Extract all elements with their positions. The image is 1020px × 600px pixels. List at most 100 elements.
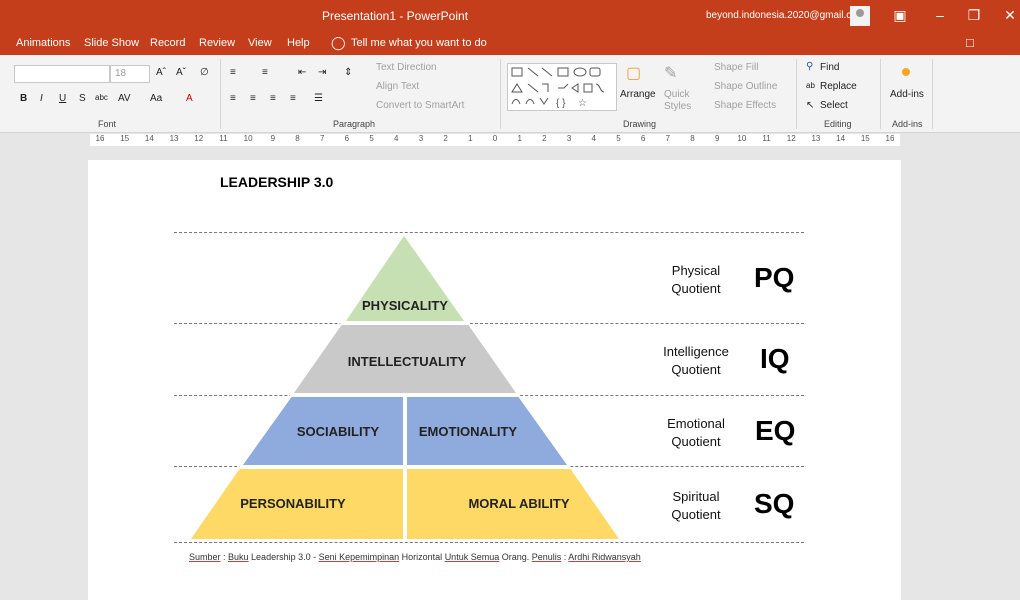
quotient-line2: Quotient xyxy=(671,281,721,296)
label-sociability: SOCIABILITY xyxy=(296,424,380,439)
account-email[interactable]: beyond.indonesia.2020@gmail.com xyxy=(706,10,865,21)
tab-animations[interactable]: Animations xyxy=(16,37,70,49)
italic-icon[interactable]: I xyxy=(40,93,43,104)
separator xyxy=(796,59,797,129)
tab-review[interactable]: Review xyxy=(199,37,235,49)
text-direction-button[interactable]: Text Direction xyxy=(376,62,437,73)
ruler-tick: 12 xyxy=(786,134,796,143)
svg-text:{ }: { } xyxy=(556,98,566,109)
select-button[interactable]: Select xyxy=(820,100,848,111)
underline-icon[interactable]: U xyxy=(59,93,66,104)
increase-indent-icon[interactable]: ⇥ xyxy=(318,67,326,78)
justify-icon[interactable]: ≡ xyxy=(290,93,296,104)
bullets-icon[interactable]: ≡ xyxy=(230,67,236,78)
shrink-font-icon[interactable]: Aˇ xyxy=(176,67,186,78)
bold-icon[interactable]: B xyxy=(20,93,27,104)
source-caption[interactable]: Sumber : Buku Leadership 3.0 - Seni Kepe… xyxy=(189,552,641,562)
align-center-icon[interactable]: ≡ xyxy=(250,93,256,104)
shape-outline-button[interactable]: Shape Outline xyxy=(714,81,777,92)
shape-effects-button[interactable]: Shape Effects xyxy=(714,100,776,111)
comments-icon[interactable]: □ xyxy=(966,35,974,50)
minimize-icon[interactable]: – xyxy=(928,5,952,25)
source-part: Horizontal xyxy=(399,552,445,562)
align-right-icon[interactable]: ≡ xyxy=(270,93,276,104)
quotient-line1: Physical xyxy=(671,263,721,278)
quick-styles-icon: ✎ xyxy=(664,65,678,82)
shape-fill-button[interactable]: Shape Fill xyxy=(714,62,758,73)
numbering-icon[interactable]: ≡ xyxy=(262,67,268,78)
ruler-tick: 15 xyxy=(860,134,870,143)
source-part: Leadership 3.0 - xyxy=(248,552,319,562)
ruler-tick: 6 xyxy=(344,134,350,143)
source-part: Untuk Semua xyxy=(444,552,500,562)
source-part: Orang. xyxy=(499,552,532,562)
align-text-button[interactable]: Align Text xyxy=(376,81,419,92)
convert-smartart-button[interactable]: Convert to SmartArt xyxy=(376,100,464,111)
ruler-tick: 14 xyxy=(836,134,846,143)
ruler-tick: 7 xyxy=(319,134,325,143)
ruler-tick: 4 xyxy=(394,134,399,143)
abbr-sq: SQ xyxy=(754,488,795,519)
title-bar: Presentation1 - PowerPoint beyond.indone… xyxy=(0,0,1020,33)
ribbon: 18 Aˆ Aˇ ∅ B I U S abc AV Aa A Font ≡ ≡ … xyxy=(0,55,1020,133)
quotient-intelligence: Intelligence Quotient xyxy=(651,343,741,379)
close-icon[interactable]: ✕ xyxy=(998,5,1020,25)
ruler-tick: 5 xyxy=(616,134,621,143)
ruler-tick: 12 xyxy=(194,134,204,143)
change-case-icon[interactable]: Aa xyxy=(150,93,162,104)
shapes-gallery[interactable]: { } ☆ xyxy=(507,63,617,111)
paragraph-group-label: Paragraph xyxy=(333,119,376,129)
clear-format-icon[interactable]: ∅ xyxy=(200,67,209,78)
tab-help[interactable]: Help xyxy=(287,37,310,49)
font-name-combo[interactable] xyxy=(14,65,110,83)
pyramid-diagram xyxy=(187,232,623,541)
find-icon: ⚲ xyxy=(806,61,814,72)
slide-canvas[interactable]: LEADERSHIP 3.0 PHYSICALITY INTELLECTUALI… xyxy=(88,160,901,600)
addins-button[interactable]: Add-ins xyxy=(890,89,924,100)
label-emotionality: EMOTIONALITY xyxy=(418,424,518,439)
window-title: Presentation1 - PowerPoint xyxy=(321,9,469,23)
ribbon-tabs: Animations Slide Show Record Review View… xyxy=(0,33,1020,55)
quotient-line2: Quotient xyxy=(671,507,721,522)
separator xyxy=(500,59,501,129)
avatar[interactable] xyxy=(850,6,870,26)
shadow-icon[interactable]: S xyxy=(79,93,86,104)
columns-icon[interactable]: ☰ xyxy=(314,93,323,104)
align-left-icon[interactable]: ≡ xyxy=(230,93,236,104)
quick-styles-button[interactable]: Quick Styles xyxy=(664,89,694,113)
restore-icon[interactable]: ❐ xyxy=(962,5,986,25)
ruler-tick: 13 xyxy=(811,134,821,143)
char-spacing-icon[interactable]: AV xyxy=(118,93,131,104)
tell-me-search[interactable]: Tell me what you want to do xyxy=(351,37,487,49)
ruler-tick: 5 xyxy=(369,134,374,143)
abbr-pq: PQ xyxy=(754,262,795,293)
ruler-tick: 16 xyxy=(95,134,105,143)
ruler-tick: 4 xyxy=(591,134,596,143)
grow-font-icon[interactable]: Aˆ xyxy=(156,67,166,78)
ruler-tick: 13 xyxy=(169,134,179,143)
decrease-indent-icon[interactable]: ⇤ xyxy=(298,67,306,78)
abbr-iq: IQ xyxy=(760,343,790,374)
quotient-line2: Quotient xyxy=(671,362,721,377)
ruler-tick: 0 xyxy=(492,134,498,143)
ribbon-display-icon[interactable]: ▣ xyxy=(888,5,912,25)
horizontal-ruler: 16 15 14 13 12 11 10 9 8 7 6 5 4 3 2 1 0 1 2 3 4 5 6 7 8 9 10 11 12 1… xyxy=(90,134,900,146)
separator xyxy=(932,59,933,129)
ruler-tick: 11 xyxy=(762,134,771,143)
quotient-line1: Intelligence xyxy=(663,344,729,359)
ruler-tick: 3 xyxy=(566,134,572,143)
find-button[interactable]: Find xyxy=(820,62,839,73)
label-intellectuality: INTELLECTUALITY xyxy=(347,354,467,369)
font-size-combo[interactable]: 18 xyxy=(110,65,150,83)
tab-record[interactable]: Record xyxy=(150,37,185,49)
ruler-tick: 7 xyxy=(665,134,671,143)
quotient-line1: Spiritual xyxy=(672,489,720,504)
strikethrough-icon[interactable]: abc xyxy=(95,93,108,102)
tab-view[interactable]: View xyxy=(248,37,272,49)
arrange-button[interactable]: Arrange xyxy=(620,89,656,100)
tab-slide-show[interactable]: Slide Show xyxy=(84,37,139,49)
font-color-icon[interactable]: A xyxy=(186,93,193,104)
ruler-tick: 9 xyxy=(270,134,276,143)
replace-button[interactable]: Replace xyxy=(820,81,857,92)
line-spacing-icon[interactable]: ⇕ xyxy=(344,67,352,78)
